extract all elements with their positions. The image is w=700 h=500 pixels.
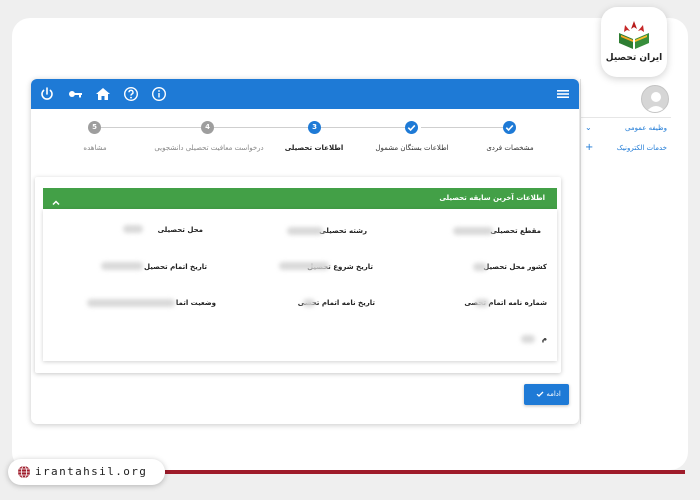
user-avatar-icon[interactable]	[641, 85, 669, 113]
globe-icon	[18, 465, 30, 479]
main-panel: 5 4 3 مشاهده درخواست معافیت تحصیلی دانشج…	[31, 79, 579, 424]
hamburger-menu-icon[interactable]	[555, 86, 571, 102]
field-label-vazeiat: وضعیت اتما	[175, 299, 216, 307]
sidebar: وظیفه عمومی ⌄ خدمات الکترونیک +	[580, 79, 671, 424]
section-title: اطلاعات آخرین سابقه تحصیلی	[439, 194, 545, 202]
stepper: 5 4 3 مشاهده درخواست معافیت تحصیلی دانشج…	[31, 115, 579, 163]
sidebar-item-label: خدمات الکترونیک	[616, 144, 667, 152]
power-icon[interactable]	[39, 86, 55, 102]
logo-text: ایران تحصیل	[605, 53, 663, 63]
field-label-reshte: رشته تحصیلی	[319, 227, 367, 235]
step-connector	[421, 127, 509, 128]
field-value-maghta	[453, 227, 493, 235]
section-body: مقطع تحصیلی رشته تحصیلی محل تحصیلی کشور …	[43, 209, 557, 361]
help-icon[interactable]	[123, 86, 139, 102]
step-2-check-icon[interactable]	[405, 121, 418, 134]
sidebar-item-label: وظیفه عمومی	[624, 124, 667, 132]
step-3-label: اطلاعات تحصیلی	[284, 144, 344, 152]
brand-logo: ایران تحصیل	[601, 7, 667, 77]
step-3-circle[interactable]: 3	[308, 121, 321, 134]
field-value-etmam	[101, 262, 143, 270]
step-4-circle[interactable]: 4	[201, 121, 214, 134]
step-connector	[214, 127, 310, 128]
key-icon[interactable]	[67, 86, 83, 102]
chevron-up-icon[interactable]	[51, 193, 61, 206]
continue-label: ادامه	[546, 390, 561, 398]
step-5-circle[interactable]: 5	[88, 121, 101, 134]
field-value-extra	[521, 335, 535, 343]
step-5-label: مشاهده	[83, 144, 107, 152]
footer-accent-line	[165, 470, 685, 474]
step-4-label: درخواست معافیت تحصیلی دانشجویی	[154, 144, 264, 152]
field-value-tarikh-name	[303, 299, 315, 307]
website-url: irantahsil.org	[35, 465, 148, 478]
field-value-shoro	[279, 262, 329, 270]
sidebar-item-vazife-omumi[interactable]: وظیفه عمومی ⌄	[581, 117, 671, 139]
sidebar-item-khadamat[interactable]: خدمات الکترونیک +	[581, 137, 671, 159]
section-header[interactable]: اطلاعات آخرین سابقه تحصیلی	[43, 188, 557, 209]
field-label-extra: م	[541, 335, 547, 343]
info-icon[interactable]	[151, 86, 167, 102]
website-badge[interactable]: irantahsil.org	[8, 459, 165, 485]
field-value-keshvar	[473, 263, 487, 271]
check-icon	[536, 384, 544, 405]
field-value-reshte	[287, 227, 323, 235]
field-label-mahal: محل تحصیلی	[157, 226, 203, 234]
book-logo-icon	[619, 21, 649, 49]
field-value-shomare-name	[475, 299, 489, 307]
step-connector	[101, 127, 201, 128]
field-label-etmam: تاریخ اتمام تحصیل	[144, 263, 207, 271]
step-1-label: مشخصات فردی	[486, 144, 534, 152]
step-1-check-icon[interactable]	[503, 121, 516, 134]
plus-icon: +	[585, 142, 594, 153]
field-value-vazeiat	[87, 299, 175, 307]
field-value-mahal	[123, 225, 143, 233]
continue-button[interactable]: ادامه	[524, 384, 569, 405]
chevron-down-icon: ⌄	[585, 123, 592, 132]
top-bar	[31, 79, 579, 109]
step-2-label: اطلاعات بستگان مشمول	[375, 144, 449, 152]
step-connector	[321, 127, 409, 128]
home-icon[interactable]	[95, 86, 111, 102]
field-label-maghta: مقطع تحصیلی	[490, 227, 541, 235]
field-label-keshvar: کشور محل تحصیل	[483, 263, 547, 271]
